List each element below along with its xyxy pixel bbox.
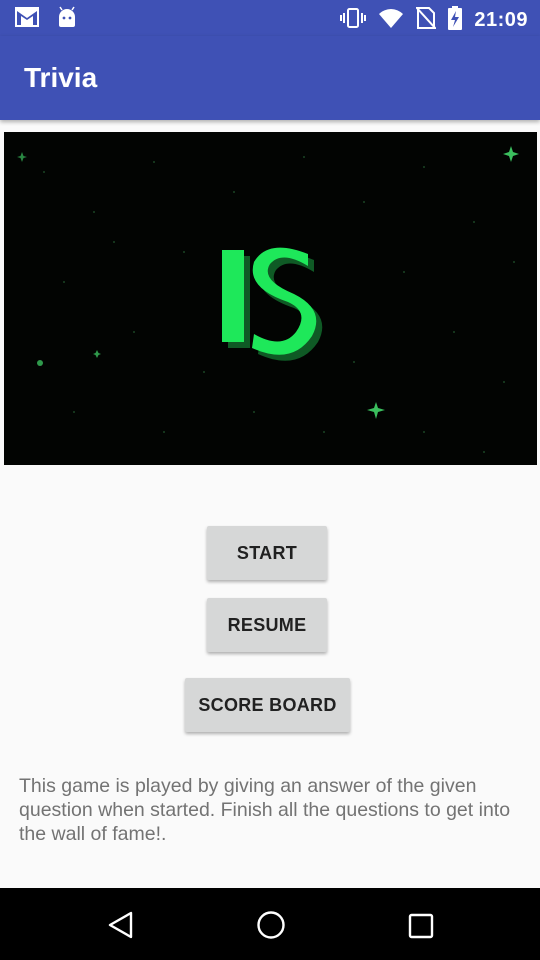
score-board-button[interactable]: SCORE BOARD: [185, 678, 350, 732]
back-icon[interactable]: [107, 911, 135, 944]
wifi-icon: [378, 7, 404, 34]
status-bar: 21:09: [0, 0, 540, 36]
status-right-icons: 21:09: [340, 6, 528, 35]
navigation-bar: [0, 888, 540, 960]
app-title: Trivia: [24, 62, 98, 93]
battery-charging-icon: [448, 6, 463, 35]
no-sim-icon: [415, 6, 438, 34]
gmail-icon: [14, 6, 40, 33]
status-time: 21:09: [474, 9, 528, 31]
status-left-icons: [14, 6, 78, 33]
game-description: This game is played by giving an answer …: [19, 775, 511, 845]
start-button[interactable]: START: [207, 526, 327, 580]
banner-image: [4, 132, 537, 465]
home-icon[interactable]: [256, 910, 286, 945]
android-icon: [56, 6, 78, 33]
recents-icon[interactable]: [408, 913, 434, 944]
resume-button[interactable]: RESUME: [207, 598, 327, 652]
app-bar: Trivia: [0, 36, 540, 120]
vibrate-icon: [340, 7, 367, 34]
